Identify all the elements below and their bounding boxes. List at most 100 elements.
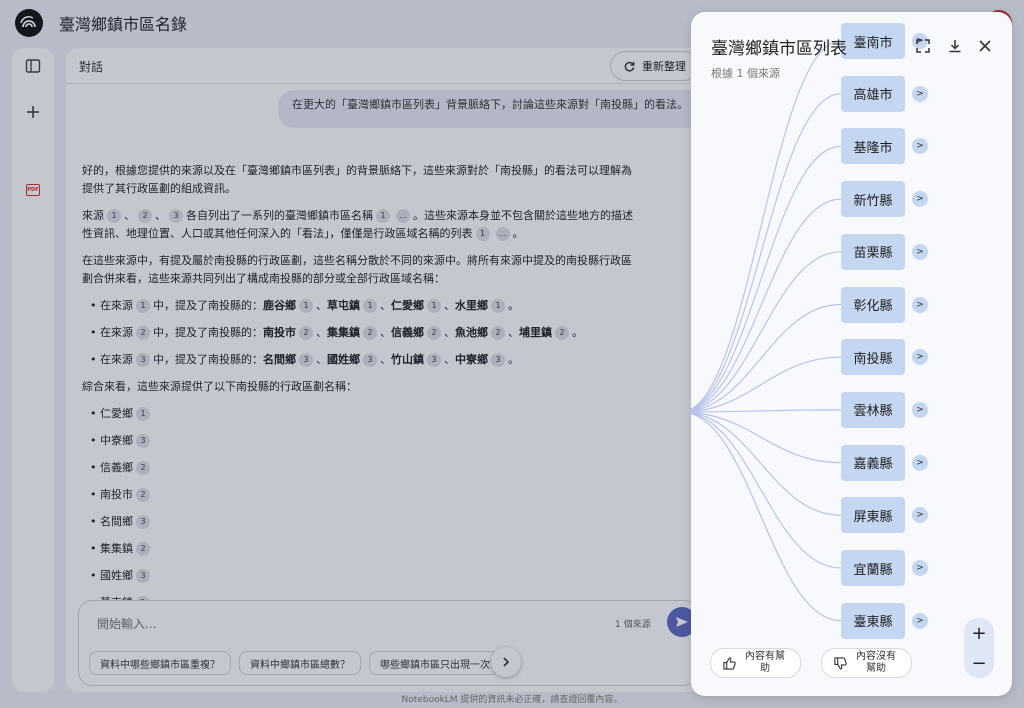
citation-chip[interactable]: 3	[363, 353, 377, 367]
mindmap-link	[691, 93, 842, 411]
refresh-label: 重新整理	[642, 60, 686, 73]
thumbs-down-icon	[834, 656, 847, 670]
next-suggestions-button[interactable]	[491, 647, 521, 677]
refresh-icon	[624, 61, 635, 71]
node-expand-button[interactable]: >	[912, 85, 928, 102]
list-item: • 在來源 1 中，提及了南投縣的：鹿谷鄉 1 、草屯鎮 1 、仁愛鄉 1 、水里鄉 1。	[90, 299, 519, 313]
mindmap-node[interactable]: 嘉義縣	[841, 444, 905, 481]
mindmap-node[interactable]: 高雄市	[841, 75, 905, 112]
district-list: • 仁愛鄉 1 • 中寮鄉 3 • 信義鄉 2 • 南投市 2 • 名間鄉 3 • 集集鎮 2 • 國姓…	[82, 405, 642, 612]
suggestion-chip[interactable]: 哪些鄉鎮市區只出現一次？	[369, 651, 499, 675]
chat-input-box: 開始輸入... 1 個來源 資料中哪些鄉鎮市區重複？ 資料中鄉鎮市區總數？ 哪些…	[78, 600, 698, 686]
citation-chip[interactable]: 1	[107, 209, 121, 223]
node-expand-button[interactable]: >	[912, 560, 928, 576]
mindmap-link	[691, 40, 842, 410]
node-expand-button[interactable]: >	[912, 296, 928, 313]
suggestion-chip[interactable]: 資料中哪些鄉鎮市區重複？	[89, 651, 231, 675]
citation-chip[interactable]: 1	[136, 407, 150, 421]
expand-icon[interactable]	[913, 36, 933, 56]
answer-paragraph: 在這些來源中，有提及屬於南投縣的行政區劃，這些名稱分散於不同的來源中。將所有來源…	[82, 254, 632, 285]
assistant-answer: 好的，根據您提供的來源以及在「臺灣鄉鎮市區列表」的背景脈絡下，這些來源對於「南投…	[82, 162, 642, 621]
citation-chip[interactable]: 3	[136, 434, 150, 448]
node-expand-button[interactable]: >	[912, 191, 928, 208]
download-icon[interactable]	[945, 36, 965, 56]
citation-chip[interactable]: 2	[427, 326, 441, 340]
suggestion-chip[interactable]: 資料中鄉鎮市區總數？	[239, 651, 361, 675]
mindmap-link	[691, 412, 842, 569]
mindmap-node[interactable]: 臺南市	[841, 23, 905, 59]
citation-chip[interactable]: 2	[299, 326, 313, 340]
citation-more-chip[interactable]: ...	[396, 209, 410, 223]
citation-more-chip[interactable]: ...	[495, 227, 510, 241]
chat-input[interactable]: 開始輸入...	[97, 615, 156, 632]
mindmap-node[interactable]: 宜蘭縣	[841, 550, 905, 586]
source-bullets: • 在來源 1 中，提及了南投縣的：鹿谷鄉 1 、草屯鎮 1 、仁愛鄉 1 、水里鄉 1。 • 在…	[82, 297, 642, 369]
mindmap-title: 臺灣鄉鎮市區列表	[711, 39, 847, 59]
zoom-controls: + −	[964, 618, 994, 678]
mindmap-node[interactable]: 臺東縣	[841, 602, 905, 639]
notebooklm-logo-icon[interactable]	[15, 9, 43, 37]
mindmap-node[interactable]: 屏東縣	[841, 497, 905, 534]
citation-chip[interactable]: 3	[427, 353, 441, 367]
node-expand-button[interactable]: >	[912, 612, 928, 629]
citation-chip[interactable]: 3	[491, 353, 505, 367]
citation-chip[interactable]: 2	[136, 326, 150, 340]
citation-chip[interactable]: 1	[475, 227, 490, 241]
close-icon[interactable]	[975, 36, 995, 56]
chat-header: 對話 重新整理	[66, 48, 766, 84]
node-expand-button[interactable]: >	[912, 401, 928, 418]
citation-chip[interactable]: 2	[136, 488, 150, 502]
node-expand-button[interactable]: >	[912, 454, 928, 471]
citation-chip[interactable]: 2	[363, 326, 377, 340]
mindmap-node[interactable]: 新竹縣	[841, 181, 905, 218]
list-item: • 南投市 2	[82, 486, 642, 504]
citation-chip[interactable]: 3	[169, 209, 183, 223]
chat-title: 對話	[79, 60, 104, 74]
mindmap-subtitle: 根據 1 個來源	[711, 67, 780, 80]
zoom-in-button[interactable]: +	[964, 618, 994, 648]
citation-chip[interactable]: 1	[299, 299, 313, 313]
feedback-helpful-label: 內容有幫助	[745, 651, 785, 674]
feedback-helpful-button[interactable]: 內容有幫助	[710, 648, 801, 678]
list-item: • 集集鎮 2	[82, 540, 642, 558]
answer-paragraph: 來源 1、 2、 3 各自列出了一系列的臺灣鄉鎮市區名稱 1... 。這些來源本身並不包含關…	[82, 209, 633, 241]
feedback-unhelpful-button[interactable]: 內容沒有幫助	[821, 648, 912, 678]
refresh-button[interactable]: 重新整理	[610, 51, 699, 81]
mindmap-node[interactable]: 彰化縣	[841, 286, 905, 323]
citation-chip[interactable]: 3	[136, 569, 150, 583]
citation-chip[interactable]: 3	[136, 353, 150, 367]
citation-chip[interactable]: 3	[299, 353, 313, 367]
citation-chip[interactable]: 3	[136, 515, 150, 529]
list-item: • 信義鄉 2	[82, 459, 642, 477]
mindmap-link	[691, 198, 842, 412]
mindmap-node[interactable]: 苗栗縣	[841, 233, 905, 270]
mindmap-link	[691, 251, 842, 412]
answer-paragraph: 綜合來看，這些來源提供了以下南投縣的行政區劃名稱：	[82, 380, 357, 393]
citation-chip[interactable]: 1	[491, 299, 505, 313]
citation-chip[interactable]: 1	[136, 299, 150, 313]
mindmap-node[interactable]: 南投縣	[841, 339, 905, 376]
citation-chip[interactable]: 2	[555, 326, 569, 340]
notebook-title[interactable]: 臺灣鄉鎮市區名錄	[59, 11, 187, 35]
mindmap-node[interactable]: 基隆市	[841, 128, 905, 165]
list-item: • 國姓鄉 3	[82, 567, 642, 585]
citation-chip[interactable]: 1	[363, 299, 377, 313]
citation-chip[interactable]: 2	[136, 461, 150, 475]
mindmap-node[interactable]: 雲林縣	[841, 391, 905, 428]
toggle-panel-icon[interactable]	[21, 54, 45, 78]
citation-chip[interactable]: 2	[491, 326, 505, 340]
feedback-unhelpful-label: 內容沒有幫助	[856, 651, 896, 674]
add-source-icon[interactable]	[21, 100, 45, 124]
citation-chip[interactable]: 2	[136, 542, 150, 556]
list-item: • 中寮鄉 3	[82, 432, 642, 450]
answer-paragraph: 好的，根據您提供的來源以及在「臺灣鄉鎮市區列表」的背景脈絡下，這些來源對於「南投…	[82, 164, 632, 195]
citation-chip[interactable]: 1	[376, 209, 390, 223]
zoom-out-button[interactable]: −	[964, 648, 994, 678]
citation-chip[interactable]: 2	[138, 209, 152, 223]
pdf-source-icon[interactable]: PDF	[26, 184, 40, 196]
node-expand-button[interactable]: >	[912, 243, 928, 260]
mindmap-link	[691, 145, 842, 411]
citation-chip[interactable]: 1	[427, 299, 441, 313]
mindmap-link	[691, 303, 842, 412]
list-item: • 仁愛鄉 1	[82, 405, 642, 423]
